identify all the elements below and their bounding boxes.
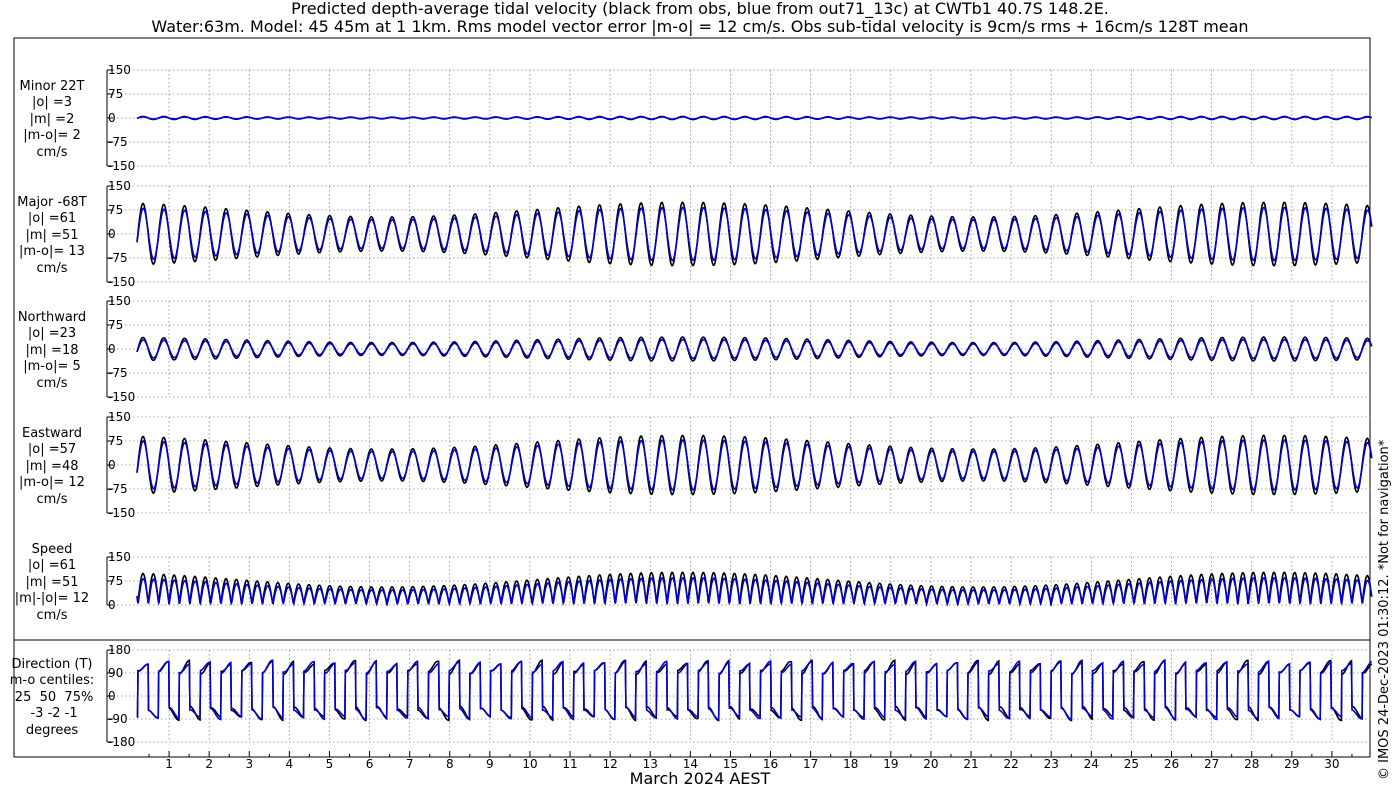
y-tick-label: 75 bbox=[108, 318, 123, 332]
y-tick-label: 0 bbox=[108, 227, 116, 241]
y-tick-label: -150 bbox=[108, 390, 135, 404]
y-tick-label: 150 bbox=[108, 63, 131, 77]
lower-frame bbox=[13, 639, 1371, 758]
y-tick-label: 150 bbox=[108, 410, 131, 424]
y-tick-label: 150 bbox=[108, 550, 131, 564]
series-model-speed bbox=[136, 576, 1373, 608]
y-tick-label: 150 bbox=[108, 294, 131, 308]
y-tick-label: -75 bbox=[108, 366, 128, 380]
y-tick-label: 150 bbox=[108, 179, 131, 193]
y-tick-label: 90 bbox=[108, 666, 123, 680]
y-tick-label: -75 bbox=[108, 251, 128, 265]
y-tick-label: 0 bbox=[108, 458, 116, 472]
y-tick-label: -150 bbox=[108, 159, 135, 173]
y-tick-label: -150 bbox=[108, 275, 135, 289]
y-tick-label: -75 bbox=[108, 482, 128, 496]
y-tick-label: -75 bbox=[108, 135, 128, 149]
y-tick-label: 75 bbox=[108, 87, 123, 101]
y-tick-label: -90 bbox=[108, 712, 128, 726]
y-tick-label: 0 bbox=[108, 342, 116, 356]
y-tick-label: 0 bbox=[108, 111, 116, 125]
upper-frame bbox=[13, 37, 1371, 641]
tidal-velocity-chart: 1 2 3 4 5 6 7 8 9 10 11 12 13 14 15 16 17 18 19 20 21 22 23 24 2… bbox=[13, 37, 1373, 771]
y-tick-label: 0 bbox=[108, 689, 116, 703]
y-tick-label: 75 bbox=[108, 434, 123, 448]
y-tick-label: 180 bbox=[108, 643, 131, 657]
y-tick-label: -150 bbox=[108, 506, 135, 520]
x-axis-label: March 2024 AEST bbox=[629, 769, 771, 788]
y-tick-label: 75 bbox=[108, 203, 123, 217]
y-tick-label: 0 bbox=[108, 598, 116, 612]
y-tick-label: 75 bbox=[108, 574, 123, 588]
y-tick-label: -180 bbox=[108, 735, 135, 749]
imos-watermark: © IMOS 24-Dec-2023 01:30:12. *Not for na… bbox=[1377, 439, 1392, 780]
